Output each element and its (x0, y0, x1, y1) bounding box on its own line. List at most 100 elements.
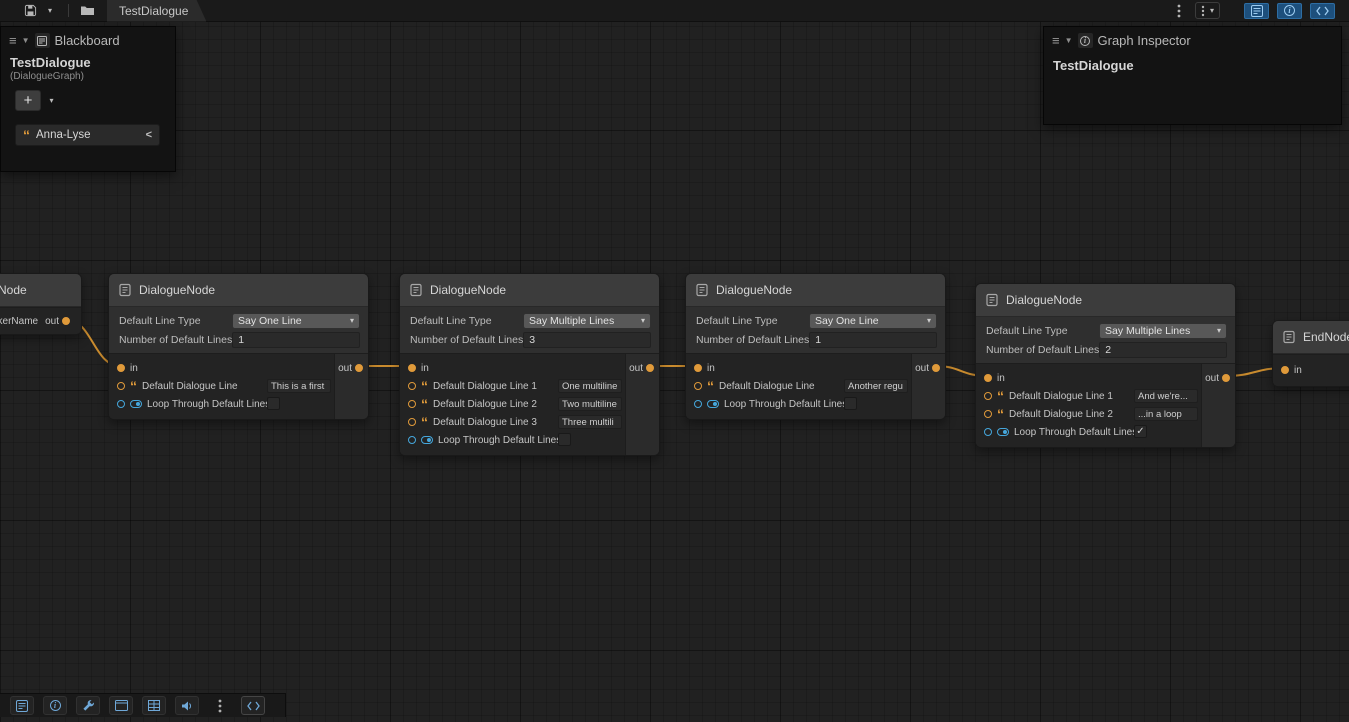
node-title: DialogueNode (430, 283, 506, 297)
tab-label: TestDialogue (119, 4, 188, 18)
number-of-default-lines-field[interactable]: 2 (1099, 342, 1227, 358)
end-node[interactable]: EndNode in (1272, 320, 1349, 387)
default-line-type-dropdown[interactable]: Say One Line ▾ (809, 313, 937, 329)
blackboard-field-anna-lyse[interactable]: “ Anna-Lyse < (15, 124, 160, 146)
number-of-default-lines-field[interactable]: 3 (523, 332, 651, 348)
blackboard-panel[interactable]: ≡ ▼ Blackboard TestDialogue (DialogueGra… (0, 26, 176, 172)
loop-checkbox[interactable]: ✓ (1134, 425, 1147, 438)
options-kebab-button[interactable] (1171, 2, 1187, 20)
loop-checkbox[interactable] (844, 397, 857, 410)
out-port[interactable] (1222, 374, 1230, 382)
dialogue-node-3[interactable]: DialogueNode Default Line Type Say One L… (685, 273, 946, 420)
dialogue-line-port[interactable] (408, 382, 416, 390)
dialogue-line-icon: “ (421, 419, 428, 426)
dialogue-line-text-field[interactable]: This is a first (267, 379, 331, 393)
in-port[interactable] (984, 374, 992, 382)
node-title-bar[interactable]: DialogueNode (109, 274, 368, 307)
out-port[interactable] (355, 364, 363, 372)
loop-port[interactable] (984, 428, 992, 436)
field-label: Number of Default Lines (986, 344, 1099, 356)
node-title-bar[interactable]: Node (0, 274, 81, 307)
dialogue-line-port[interactable] (694, 382, 702, 390)
node-title-bar[interactable]: EndNode (1273, 321, 1349, 354)
chevron-left-icon[interactable]: < (146, 129, 152, 141)
graph-inspector-panel[interactable]: ≡ ▼ i Graph Inspector TestDialogue (1043, 26, 1342, 125)
loop-checkbox[interactable] (267, 397, 280, 410)
chevron-down-icon: ▾ (1217, 327, 1221, 335)
kebab-icon (1201, 5, 1205, 17)
out-port[interactable] (932, 364, 940, 372)
code-preview-button[interactable] (241, 696, 265, 715)
default-line-type-dropdown[interactable]: Say Multiple Lines ▾ (1099, 323, 1227, 339)
dialogue-node-2[interactable]: DialogueNode Default Line Type Say Multi… (399, 273, 660, 456)
number-of-default-lines-field[interactable]: 1 (809, 332, 937, 348)
field-label: Default Line Type (986, 325, 1099, 337)
wrench-icon (82, 699, 95, 712)
collapse-arrow-icon[interactable]: ▼ (22, 37, 30, 45)
graph-inspector-toggle-button[interactable]: i (43, 696, 67, 715)
loop-port[interactable] (694, 400, 702, 408)
in-port[interactable] (1281, 366, 1289, 374)
collapse-arrow-icon[interactable]: ▼ (1065, 37, 1073, 45)
dialogue-line-text-field[interactable]: Two multiline (558, 397, 622, 411)
default-line-type-dropdown[interactable]: Say Multiple Lines ▾ (523, 313, 651, 329)
loop-port[interactable] (408, 436, 416, 444)
inspector-graph-name: TestDialogue (1044, 52, 1341, 73)
audio-button[interactable] (175, 696, 199, 715)
dialogue-node-4[interactable]: DialogueNode Default Line Type Say Multi… (975, 283, 1236, 448)
blackboard-toggle-button[interactable] (1244, 3, 1269, 19)
save-dropdown-button[interactable]: ▾ (42, 2, 58, 20)
dialogue-node-icon (118, 283, 132, 297)
number-of-default-lines-field[interactable]: 1 (232, 332, 360, 348)
hamburger-icon[interactable]: ≡ (1052, 34, 1060, 47)
add-property-dropdown-button[interactable]: ▾ (44, 90, 59, 111)
save-button[interactable] (22, 2, 38, 20)
dialogue-line-port[interactable] (408, 418, 416, 426)
dialogue-line-text-field[interactable]: Three multili (558, 415, 622, 429)
node-title-bar[interactable]: DialogueNode (400, 274, 659, 307)
dialogue-line-port[interactable] (408, 400, 416, 408)
chevron-down-icon: ▾ (1210, 7, 1214, 15)
dialogue-line-icon: “ (707, 383, 714, 390)
window-button[interactable] (109, 696, 133, 715)
options-dropdown-button[interactable]: ▾ (1195, 2, 1220, 19)
code-icon (247, 701, 260, 711)
out-port-label: out (1205, 373, 1219, 384)
blackboard-toggle-button[interactable] (10, 696, 34, 715)
field-label: Default Line Type (410, 315, 523, 327)
tools-button[interactable] (76, 696, 100, 715)
dialogue-line-icon: “ (997, 411, 1004, 418)
add-property-button[interactable]: + (15, 90, 41, 111)
graph-inspector-toggle-button[interactable]: i (1277, 3, 1302, 19)
dialogue-line-text-field[interactable]: And we're... (1134, 389, 1198, 403)
out-port[interactable] (62, 317, 70, 325)
in-port[interactable] (408, 364, 416, 372)
code-preview-toggle-button[interactable] (1310, 3, 1335, 19)
hamburger-icon[interactable]: ≡ (9, 34, 17, 47)
node-title: EndNode (1303, 330, 1349, 344)
grid-button[interactable] (142, 696, 166, 715)
port-label: in (421, 363, 429, 374)
loop-port[interactable] (117, 400, 125, 408)
open-asset-button[interactable] (79, 2, 95, 20)
dialogue-node-1[interactable]: DialogueNode Default Line Type Say One L… (108, 273, 369, 420)
field-label: Number of Default Lines (119, 334, 232, 346)
node-title-bar[interactable]: DialogueNode (976, 284, 1235, 317)
tab-testdialogue[interactable]: TestDialogue (107, 0, 206, 22)
loop-icon (130, 399, 142, 409)
dialogue-line-text-field[interactable]: Another regu (844, 379, 908, 393)
out-port[interactable] (646, 364, 654, 372)
node-title-bar[interactable]: DialogueNode (686, 274, 945, 307)
dialogue-line-port[interactable] (984, 410, 992, 418)
more-options-button[interactable] (208, 696, 232, 715)
toolbar-divider (68, 4, 69, 17)
default-line-type-dropdown[interactable]: Say One Line ▾ (232, 313, 360, 329)
speaker-node-partial[interactable]: Node kerName out (0, 273, 82, 335)
dialogue-line-port[interactable] (984, 392, 992, 400)
in-port[interactable] (117, 364, 125, 372)
dialogue-line-port[interactable] (117, 382, 125, 390)
dialogue-line-text-field[interactable]: One multiline (558, 379, 622, 393)
dialogue-line-text-field[interactable]: ...in a loop (1134, 407, 1198, 421)
loop-checkbox[interactable] (558, 433, 571, 446)
in-port[interactable] (694, 364, 702, 372)
